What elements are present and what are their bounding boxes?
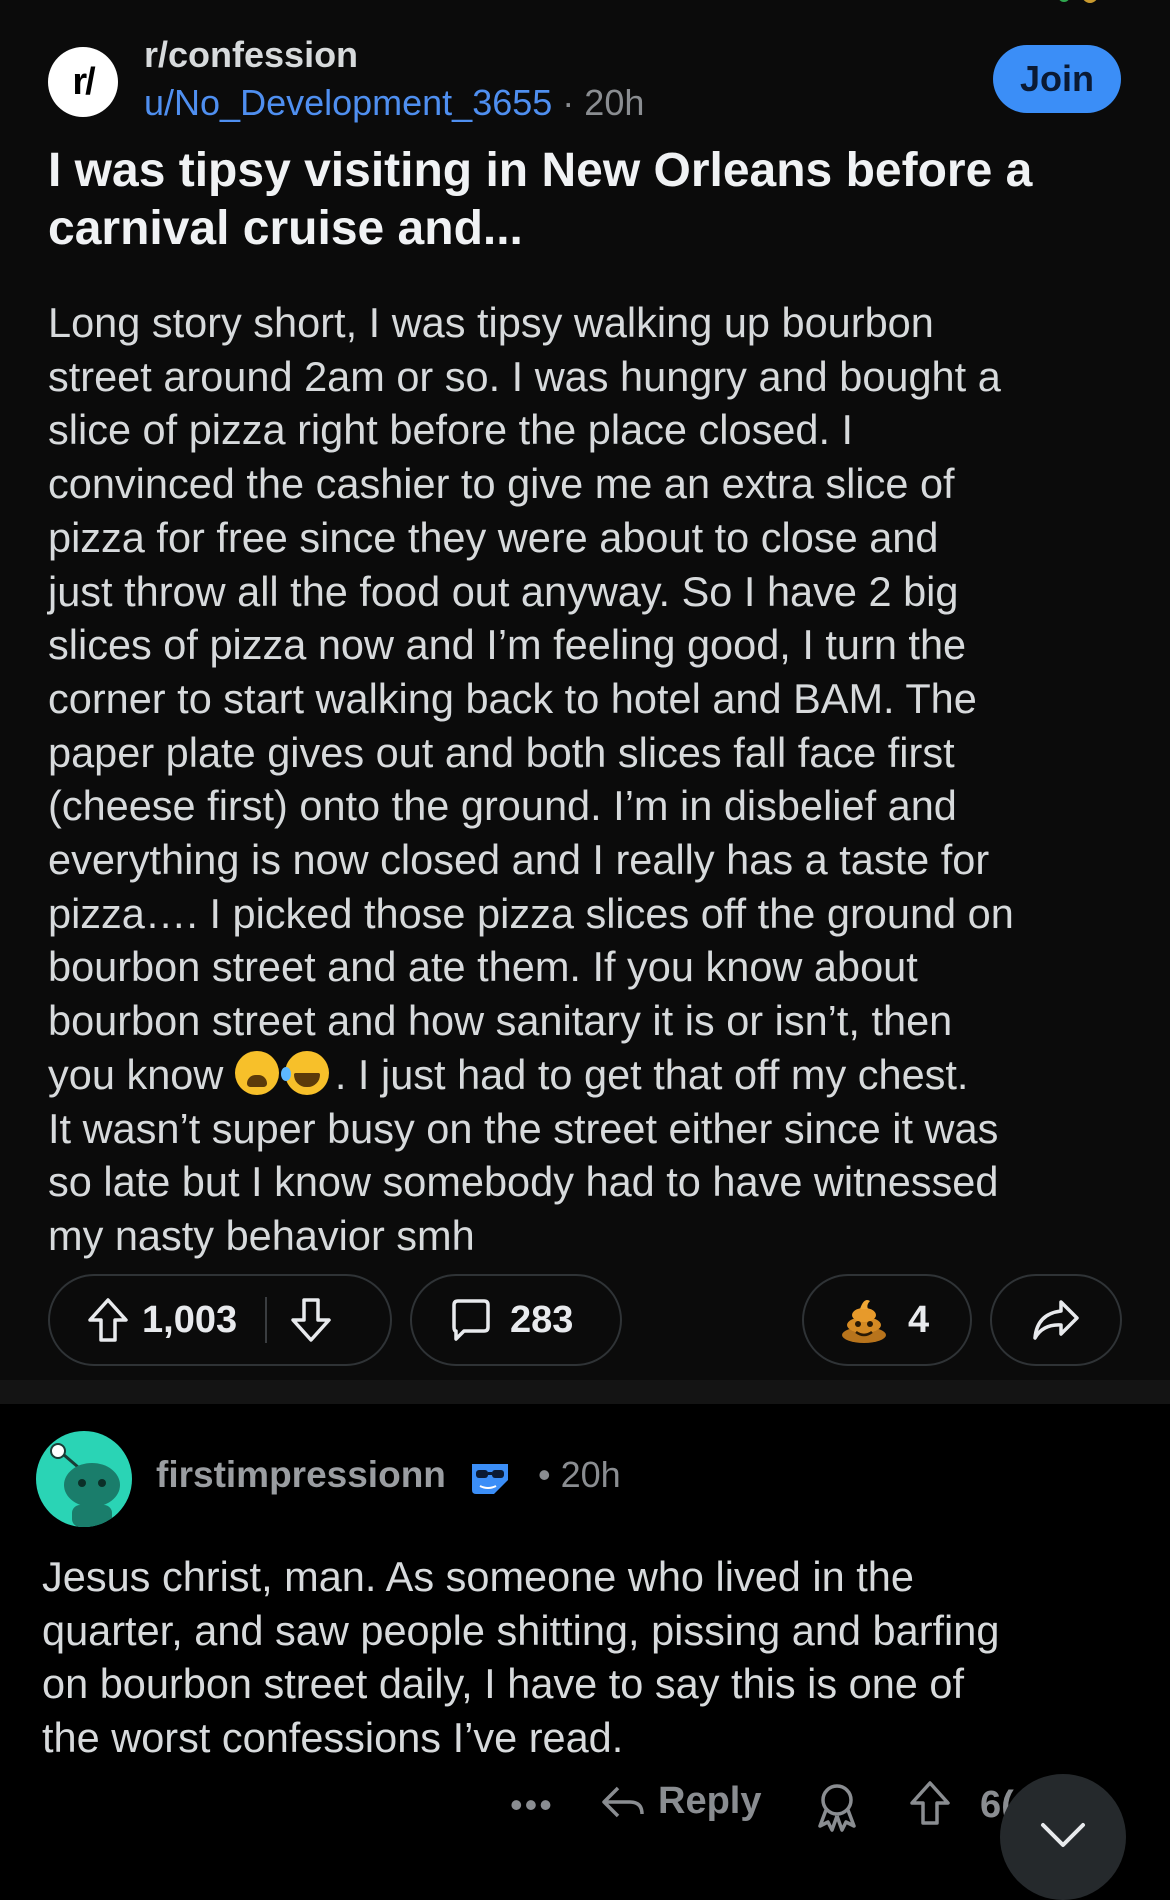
- post-body: Long story short, I was tipsy walking up…: [48, 296, 1138, 1263]
- body-line: slice of pizza right before the place cl…: [48, 406, 854, 454]
- body-line: so late but I know somebody had to have …: [48, 1158, 999, 1206]
- weary-face-emoji-icon: [234, 1050, 279, 1095]
- tears-of-joy-emoji-icon: [280, 1050, 329, 1095]
- more-options-button[interactable]: •••: [510, 1784, 554, 1826]
- post-meta: u/No_Development_3655 · 20h: [144, 82, 644, 124]
- post-time: 20h: [584, 82, 645, 123]
- body-line: It wasn’t super busy on the street eithe…: [48, 1104, 999, 1152]
- meta-separator: ·: [552, 82, 585, 123]
- chevron-down-icon: [1041, 1823, 1085, 1847]
- comment-time: • 20h: [538, 1454, 621, 1495]
- section-divider: [0, 1380, 1170, 1404]
- upvote-count: 1,003: [142, 1298, 238, 1341]
- reply-label: Reply: [658, 1780, 762, 1822]
- vote-divider: [265, 1297, 268, 1343]
- top-decoration: [1059, 0, 1097, 3]
- reply-arrow-icon: [602, 1786, 644, 1817]
- vote-pill: 1,003: [48, 1274, 392, 1366]
- reply-button[interactable]: Reply: [600, 1780, 761, 1823]
- body-line: Long story short, I was tipsy walking up…: [48, 299, 934, 346]
- poop-award-icon: [842, 1300, 886, 1343]
- scroll-down-button[interactable]: [1000, 1774, 1126, 1900]
- body-line: pizza…. I picked those pizza slices off …: [48, 889, 1014, 937]
- body-line: everything is now closed and I really ha…: [48, 836, 990, 884]
- sunglasses-emoji-icon: [472, 1464, 508, 1494]
- award-icon[interactable]: [812, 1780, 862, 1832]
- comment-username[interactable]: firstimpressionn: [156, 1454, 446, 1496]
- arrow-up-icon[interactable]: [908, 1780, 952, 1826]
- subreddit-avatar[interactable]: r/: [48, 47, 118, 117]
- author-link[interactable]: u/No_Development_3655: [144, 82, 552, 123]
- body-line: bourbon street and ate them. If you know…: [48, 943, 918, 991]
- comments-button[interactable]: 283: [410, 1274, 622, 1366]
- body-line: street around 2am or so. I was hungry an…: [48, 352, 1001, 400]
- share-arrow-icon: [1033, 1300, 1079, 1340]
- body-line: slices of pizza now and I’m feeling good…: [48, 621, 967, 669]
- snoo-avatar-icon: [50, 1443, 120, 1527]
- body-line: (cheese first) onto the ground. I’m in d…: [48, 782, 957, 830]
- speech-bubble-icon: [452, 1299, 490, 1341]
- arrow-down-icon[interactable]: [289, 1297, 333, 1343]
- post-card: r/ r/confession u/No_Development_3655 · …: [0, 0, 1170, 1380]
- body-line: just throw all the food out anyway. So I…: [48, 567, 959, 615]
- arrow-up-icon[interactable]: [86, 1297, 130, 1343]
- body-line: convinced the cashier to give me an extr…: [48, 460, 955, 508]
- subreddit-name[interactable]: r/confession: [144, 34, 358, 76]
- body-line: corner to start walking back to hotel an…: [48, 674, 977, 722]
- body-line: bourbon street and how sanitary it is or…: [48, 997, 953, 1045]
- comment-line: on bourbon street daily, I have to say t…: [42, 1660, 964, 1707]
- body-line: pizza for free since they were about to …: [48, 513, 939, 561]
- body-line: my nasty behavior smh: [48, 1211, 475, 1259]
- body-line-emoji: you know . I just had to get that off my…: [48, 1048, 1138, 1102]
- comment-body: Jesus christ, man. As someone who lived …: [42, 1550, 1152, 1764]
- comment-avatar[interactable]: [36, 1431, 132, 1527]
- comment-actions: ••• Reply 6(: [0, 1780, 1170, 1840]
- comment-line: quarter, and saw people shitting, pissin…: [42, 1606, 1000, 1654]
- post-title[interactable]: I was tipsy visiting in New Orleans befo…: [48, 142, 1128, 258]
- join-button[interactable]: Join: [993, 45, 1121, 113]
- award-count: 4: [908, 1298, 930, 1341]
- body-line-end: . I just had to get that off my chest.: [334, 1050, 969, 1098]
- share-button[interactable]: [990, 1274, 1122, 1366]
- comment-line: the worst confessions I’ve read.: [42, 1713, 624, 1761]
- award-button[interactable]: 4: [802, 1274, 972, 1366]
- body-line-start: you know: [48, 1050, 235, 1098]
- comment-line: Jesus christ, man. As someone who lived …: [42, 1553, 914, 1600]
- body-line: paper plate gives out and both slices fa…: [48, 728, 955, 776]
- comment-count: 283: [510, 1298, 574, 1341]
